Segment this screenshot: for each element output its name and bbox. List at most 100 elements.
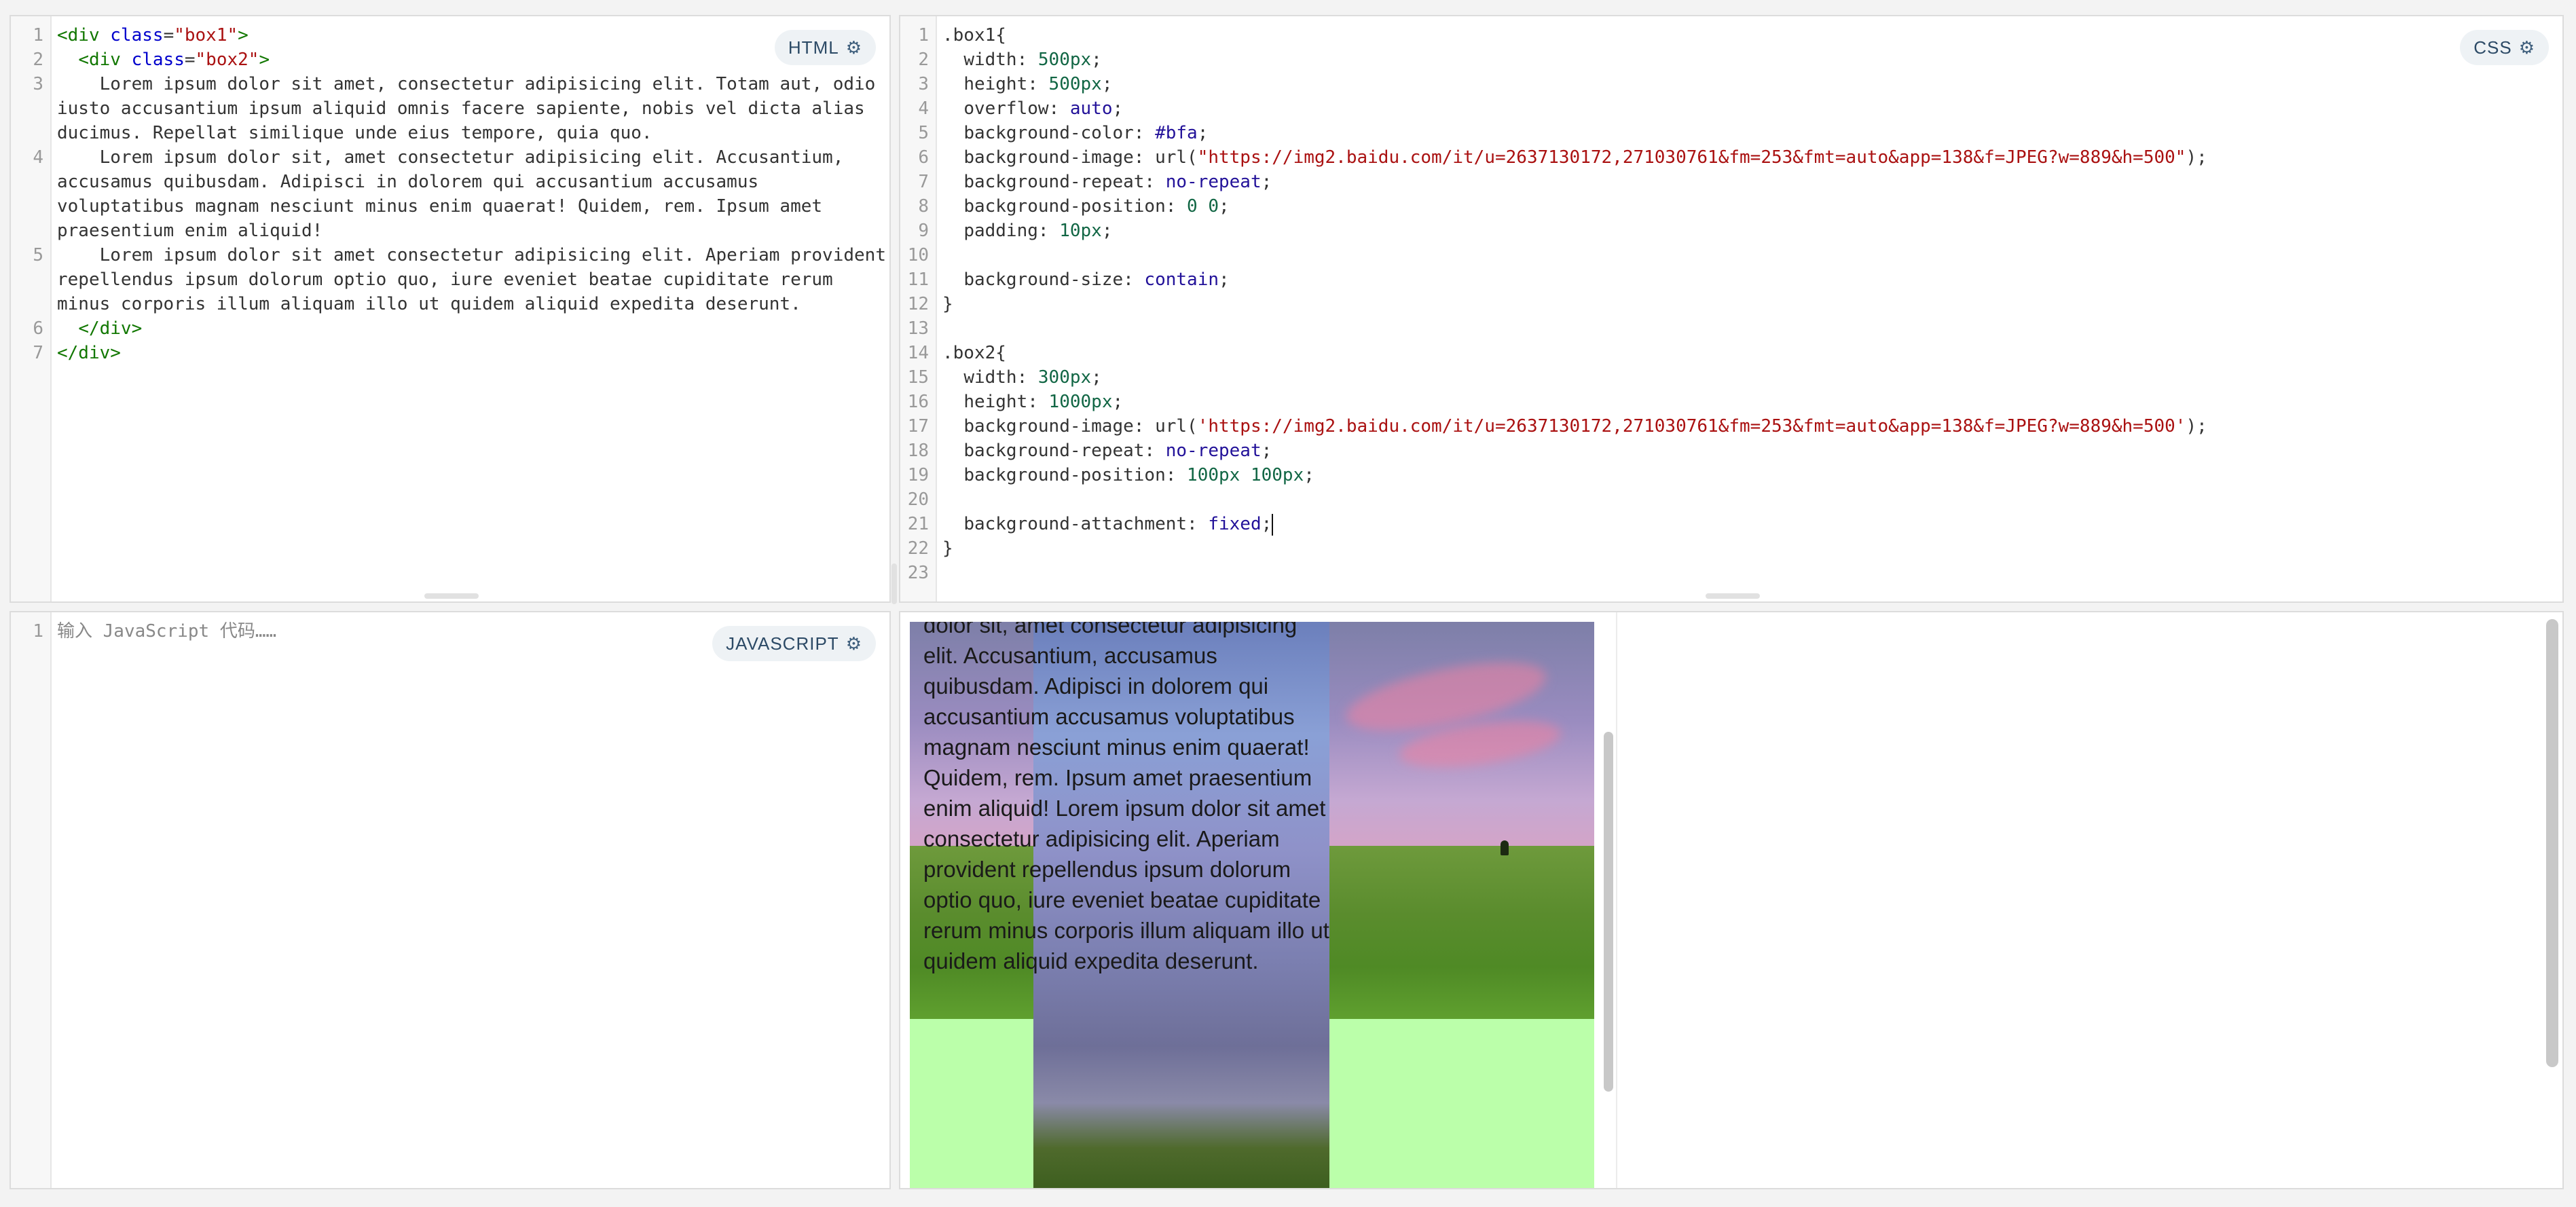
line-number: 4 — [918, 98, 929, 119]
code-line[interactable]: 6 background-image: url("https://img2.ba… — [900, 145, 2562, 170]
code-line[interactable]: 6 </div> — [11, 316, 889, 341]
code-line[interactable]: 5 Lorem ipsum dolor sit amet consectetur… — [11, 243, 889, 316]
code-token: overflow: — [942, 98, 1070, 119]
code-line[interactable]: 2 width: 500px; — [900, 48, 2562, 72]
css-editor-pane[interactable]: 1 .box1{2 width: 500px; 3 height: 500px; 4 … — [899, 15, 2564, 603]
code-line[interactable]: 23 — [900, 561, 2562, 585]
resize-handle-vertical[interactable] — [891, 563, 897, 604]
code-text: Lorem ipsum dolor sit amet, consectetur … — [52, 72, 889, 145]
code-line[interactable]: 17 background-image: url('https://img2.b… — [900, 414, 2562, 439]
code-token: background-position: — [942, 196, 1188, 217]
code-token: "box1" — [174, 25, 238, 45]
code-token: no-repeat — [1165, 172, 1262, 192]
line-number: 20 — [907, 489, 929, 510]
code-line[interactable]: 19 background-position: 100px 100px; — [900, 463, 2562, 487]
code-line[interactable]: 12} — [900, 292, 2562, 316]
code-line[interactable]: 3 Lorem ipsum dolor sit amet, consectetu… — [11, 72, 889, 145]
gear-icon: ⚙ — [845, 37, 862, 58]
code-line[interactable]: 18 background-repeat: no-repeat; — [900, 439, 2562, 463]
code-token: 500px — [1048, 74, 1102, 94]
code-line[interactable]: 11 background-size: contain; — [900, 267, 2562, 292]
code-line[interactable]: 5 background-color: #bfa; — [900, 121, 2562, 145]
code-line[interactable]: 10 — [900, 243, 2562, 267]
code-text: background-attachment: fixed; — [937, 512, 2562, 536]
html-settings-button[interactable]: HTML ⚙ — [774, 30, 876, 65]
html-code-area[interactable]: 1 <div class="box1"> 2 <div class="box2"> 3… — [11, 23, 889, 365]
code-line[interactable]: 15 width: 300px; — [900, 365, 2562, 390]
code-token: background-repeat: — [942, 441, 1166, 461]
code-line[interactable]: 2 <div class="box2"> — [11, 48, 889, 72]
code-line[interactable]: 7 background-repeat: no-repeat; — [900, 170, 2562, 194]
code-line[interactable]: 8 background-position: 0 0; — [900, 194, 2562, 219]
line-number: 2 — [33, 50, 43, 70]
line-number: 7 — [918, 172, 929, 192]
code-token: width: — [942, 367, 1038, 388]
result-divider — [1616, 612, 1617, 1188]
code-line[interactable]: 9 padding: 10px; — [900, 219, 2562, 243]
code-line[interactable]: 13 — [900, 316, 2562, 341]
code-text: width: 500px; — [937, 48, 2562, 72]
code-line[interactable]: 20 — [900, 487, 2562, 512]
code-line[interactable]: 22} — [900, 536, 2562, 561]
code-text: background-image: url('https://img2.baid… — [937, 414, 2562, 439]
code-line[interactable]: 4 overflow: auto; — [900, 96, 2562, 121]
line-number: 2 — [918, 50, 929, 70]
resize-handle-horizontal[interactable] — [1706, 593, 1760, 599]
html-editor-pane[interactable]: 1 <div class="box1"> 2 <div class="box2"> 3… — [10, 15, 891, 603]
css-settings-button[interactable]: CSS ⚙ — [2460, 30, 2549, 65]
result-preview-pane[interactable]: dolor sit, amet consectetur adipisicing … — [899, 611, 2564, 1189]
code-token: ); — [2186, 416, 2207, 437]
code-token: <div — [57, 25, 111, 45]
css-code-area[interactable]: 1 .box1{2 width: 500px; 3 height: 500px; 4 … — [900, 23, 2562, 585]
code-line[interactable]: 1 <div class="box1"> — [11, 23, 889, 48]
code-token: > — [238, 25, 249, 45]
code-text: overflow: auto; — [937, 96, 2562, 121]
line-number: 7 — [33, 343, 43, 363]
line-number: 3 — [918, 74, 929, 94]
line-number: 17 — [907, 416, 929, 437]
line-number: 8 — [918, 196, 929, 217]
code-token: ; — [1112, 392, 1124, 412]
box1-preview[interactable]: dolor sit, amet consectetur adipisicing … — [910, 622, 1594, 1188]
code-token: height: — [942, 74, 1049, 94]
line-number: 22 — [907, 538, 929, 559]
code-token: background-color: — [942, 123, 1156, 143]
line-number: 23 — [907, 563, 929, 583]
code-token: ; — [1197, 123, 1209, 143]
code-token: fixed — [1208, 514, 1262, 534]
code-text: <div class="box1"> — [52, 23, 889, 48]
code-token: Lorem ipsum dolor sit, amet consectetur … — [57, 147, 855, 241]
box1-scrollbar[interactable] — [1604, 732, 1613, 1092]
line-number: 12 — [907, 294, 929, 314]
code-line[interactable]: 14 .box2{ — [900, 341, 2562, 365]
code-token: ; — [1101, 74, 1113, 94]
resize-handle-horizontal[interactable] — [424, 593, 479, 599]
code-line[interactable]: 1 .box1{ — [900, 23, 2562, 48]
code-text: height: 1000px; — [937, 390, 2562, 414]
javascript-editor-pane[interactable]: 1 输入 JavaScript 代码…… JAVASCRIPT ⚙ — [10, 611, 891, 1189]
code-line[interactable]: 16 height: 1000px; — [900, 390, 2562, 414]
javascript-settings-button[interactable]: JAVASCRIPT ⚙ — [712, 626, 876, 661]
code-token: auto — [1069, 98, 1113, 119]
code-token: background-image: url( — [942, 147, 1198, 168]
code-token: <div — [78, 50, 132, 70]
code-token: Lorem ipsum dolor sit amet, consectetur … — [57, 74, 886, 143]
code-text: padding: 10px; — [937, 219, 2562, 243]
code-line[interactable]: 3 height: 500px; — [900, 72, 2562, 96]
code-text: background-position: 100px 100px; — [937, 463, 2562, 487]
code-token: class — [131, 50, 185, 70]
code-token: ; — [1112, 98, 1124, 119]
code-text: .box1{ — [937, 23, 2562, 48]
code-line[interactable]: 21 background-attachment: fixed; — [900, 512, 2562, 536]
code-token: } — [942, 294, 953, 314]
result-scrollbar[interactable] — [2546, 619, 2558, 1067]
code-token: 500px — [1037, 50, 1092, 70]
code-token: width: — [942, 50, 1038, 70]
code-token: background-image: url( — [942, 416, 1198, 437]
code-line[interactable]: 4 Lorem ipsum dolor sit, amet consectetu… — [11, 145, 889, 243]
code-text: width: 300px; — [937, 365, 2562, 390]
code-line[interactable]: 7 </div> — [11, 341, 889, 365]
code-token: class — [110, 25, 164, 45]
